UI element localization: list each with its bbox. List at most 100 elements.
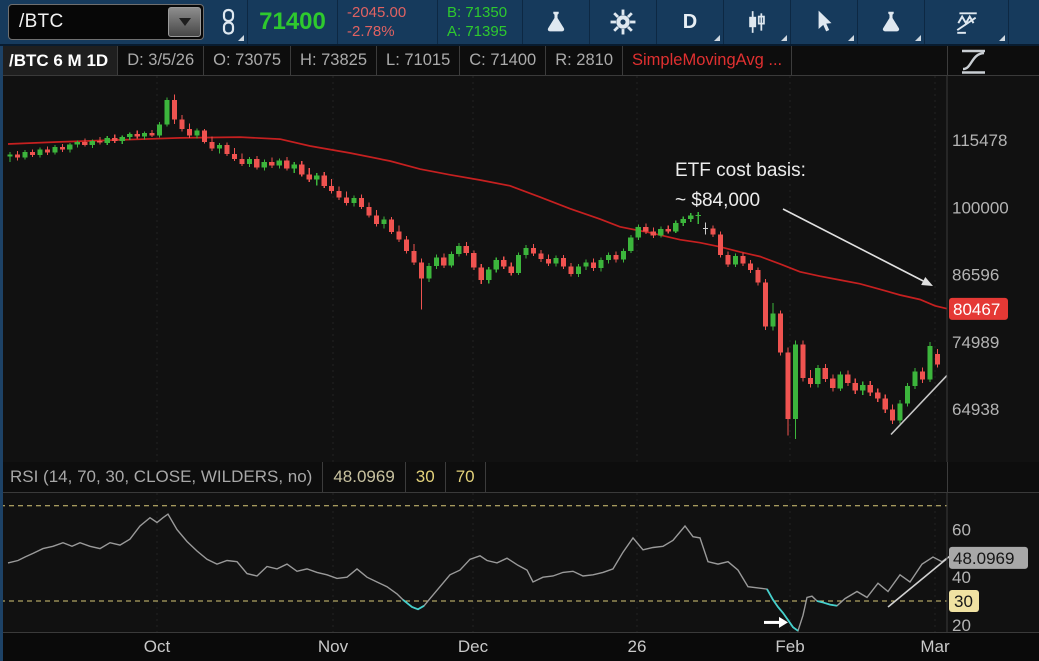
candle-body	[696, 215, 701, 216]
studies-flask-button[interactable]	[858, 0, 925, 44]
candle-body	[396, 232, 401, 240]
last-price: 71400	[248, 0, 338, 44]
rsi-title: RSI (14, 70, 30, CLOSE, WILDERS, no)	[0, 462, 323, 492]
candle-body	[583, 262, 588, 266]
bid-value: B: 71350	[447, 3, 507, 22]
candle-body	[464, 246, 469, 253]
candle-body	[494, 260, 499, 270]
etf-annotation-line2: ~ $84,000	[675, 190, 760, 211]
candle-body	[45, 149, 50, 152]
rsi-chart-svg: 60402048.096930	[0, 493, 1039, 632]
candle-body	[643, 227, 648, 232]
candle-body	[830, 379, 835, 389]
candle-body	[352, 198, 357, 203]
symbol-text[interactable]: /BTC	[9, 11, 168, 33]
candle-body	[217, 145, 222, 148]
sma-study-label[interactable]: SimpleMovingAvg ...	[623, 46, 792, 75]
candle-body	[456, 246, 461, 254]
price-axis-label: 115478	[952, 131, 1007, 150]
candle-body	[890, 409, 895, 420]
candle-body	[785, 353, 790, 419]
symbol-input[interactable]: /BTC	[8, 4, 204, 40]
candle-body	[546, 259, 551, 263]
candle-body	[52, 147, 57, 153]
candle-body	[845, 375, 850, 383]
candle-body	[553, 258, 558, 263]
candle-body	[568, 267, 573, 275]
candle-body	[576, 267, 581, 275]
price-axis-label: 86596	[952, 266, 999, 285]
timeframe-button[interactable]: D	[657, 0, 724, 44]
gear-icon	[610, 9, 636, 35]
chart-symbol-info[interactable]: /BTC 6 M 1D	[0, 46, 118, 75]
time-axis[interactable]: OctNovDec26FebMar	[0, 632, 1039, 661]
candle-body	[277, 161, 282, 166]
candle-body	[127, 134, 132, 137]
candle-body	[135, 134, 140, 137]
chart-style-button[interactable]	[724, 0, 791, 44]
analyze-button[interactable]	[523, 0, 590, 44]
rsi-value-badge-label: 48.0969	[953, 549, 1014, 568]
candle-body	[97, 141, 102, 143]
drawings-icon	[953, 9, 981, 35]
candle-body	[755, 270, 760, 283]
rsi-axis-gutter	[947, 462, 1039, 492]
annotation-arrow	[783, 209, 923, 281]
candle-body	[434, 258, 439, 266]
candle-body	[366, 207, 371, 216]
settings-button[interactable]	[590, 0, 657, 44]
price-change: -2045.00 -2.78%	[338, 0, 438, 44]
studies-curve-icon[interactable]	[960, 48, 987, 75]
chain-link-icon	[218, 8, 238, 36]
price-chart-canvas[interactable]: ETF cost basis:~ $84,0001154781000008659…	[0, 76, 1039, 462]
price-chart-svg: ETF cost basis:~ $84,0001154781000008659…	[0, 76, 1039, 462]
change-percent: -2.78%	[347, 22, 395, 41]
candle-body	[404, 240, 409, 251]
rsi-current-value: 48.0969	[323, 462, 405, 492]
candle-body	[120, 137, 125, 141]
candle-body	[666, 229, 671, 232]
rsi-axis-label: 60	[952, 521, 971, 540]
candle-body	[150, 133, 155, 135]
candle-body	[860, 385, 865, 391]
candle-body	[628, 238, 633, 251]
rsi-axis-label: 20	[952, 616, 971, 632]
top-toolbar: /BTC 71400 -2045.00 -2.78% B: 71350 A: 7…	[0, 0, 1039, 46]
candle-body	[269, 162, 274, 166]
ask-value: A: 71395	[447, 22, 507, 41]
symbol-dropdown-button[interactable]	[168, 7, 201, 37]
candle-body	[733, 256, 738, 264]
candle-body	[82, 142, 87, 145]
candle-body	[920, 371, 925, 379]
rsi-header-row[interactable]: RSI (14, 70, 30, CLOSE, WILDERS, no) 48.…	[0, 462, 1039, 493]
candlestick-icon	[744, 9, 770, 35]
drawing-tools-button[interactable]	[925, 0, 1009, 44]
candle-body	[509, 267, 514, 273]
candle-body	[112, 138, 117, 141]
candle-body	[344, 198, 349, 204]
chart-header-row: /BTC 6 M 1D D: 3/5/26 O: 73075 H: 73825 …	[0, 46, 1039, 76]
link-charts-button[interactable]	[208, 0, 248, 44]
candle-body	[868, 385, 873, 393]
header-axis-gutter	[947, 46, 1039, 75]
sma-price-badge-label: 80467	[953, 300, 1000, 319]
candle-body	[838, 375, 843, 389]
candle-body	[658, 229, 663, 236]
candle-body	[75, 142, 80, 144]
candle-body	[778, 313, 783, 352]
candle-body	[30, 152, 35, 155]
candle-body	[711, 228, 716, 234]
rsi-chart-canvas[interactable]: 60402048.096930	[0, 493, 1039, 632]
candle-body	[411, 251, 416, 262]
candle-body	[763, 283, 768, 327]
candle-body	[90, 141, 95, 145]
candle-body	[157, 124, 162, 135]
candle-body	[651, 232, 656, 236]
chart-low: L: 71015	[377, 46, 460, 75]
candle-body	[516, 255, 521, 273]
candle-body	[561, 258, 566, 266]
cursor-tool-button[interactable]	[791, 0, 858, 44]
candle-body	[419, 262, 424, 278]
dropdown-corner-icon	[848, 35, 854, 41]
candle-body	[239, 159, 244, 164]
